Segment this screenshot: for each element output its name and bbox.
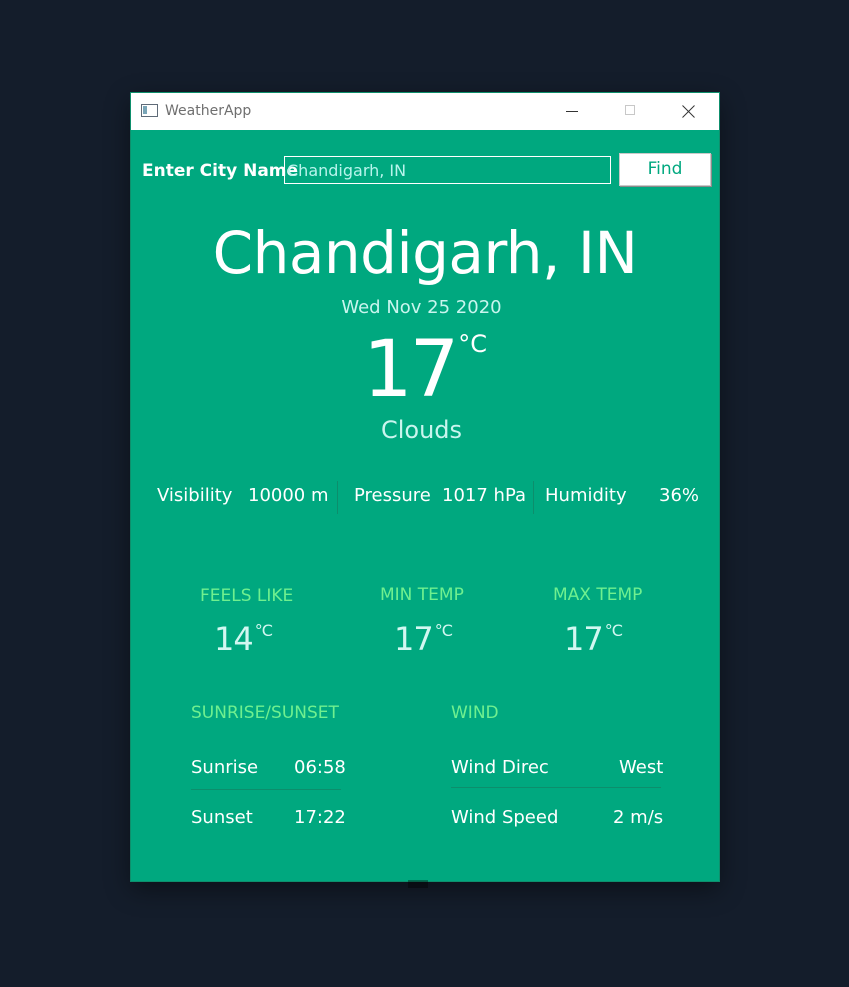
city-name-label: Enter City Name [142, 161, 299, 181]
min-temp-label: MIN TEMP [380, 585, 464, 605]
stats-divider [533, 481, 534, 514]
wind-direction-value: West [619, 757, 664, 778]
weather-condition: Clouds [380, 416, 463, 444]
max-temp-unit: °C [604, 621, 623, 640]
window-title: WeatherApp [165, 103, 252, 119]
min-temp-unit: °C [434, 621, 453, 640]
pressure-value: 1017 hPa [442, 485, 527, 506]
feels-like-number: 14 [214, 620, 254, 658]
min-temp-number: 17 [394, 620, 434, 658]
max-temp-label: MAX TEMP [553, 585, 643, 605]
close-button[interactable] [659, 93, 717, 130]
sunrise-label: Sunrise [191, 757, 259, 778]
maximize-button[interactable] [601, 93, 659, 130]
sunset-value: 17:22 [294, 807, 346, 828]
sunrise-sunset-title: SUNRISE/SUNSET [191, 703, 339, 723]
wind-title: WIND [451, 703, 499, 723]
temperature-value: 17 [362, 325, 459, 415]
visibility-label: Visibility [157, 485, 233, 506]
close-icon [682, 105, 695, 118]
window-shadow-artifact [408, 880, 428, 888]
sunrise-value: 06:58 [294, 757, 346, 778]
wind-row-divider [451, 787, 661, 788]
wind-speed-label: Wind Speed [451, 807, 559, 828]
wind-direction-label: Wind Direc [451, 757, 549, 778]
sun-row-divider [191, 789, 341, 790]
max-temp-value: 17 °C [564, 620, 623, 658]
title-bar: WeatherApp [131, 93, 719, 130]
humidity-value: 36% [659, 485, 700, 506]
city-heading: Chandigarh, IN [212, 219, 638, 287]
sunset-label: Sunset [191, 807, 253, 828]
visibility-value: 10000 m [248, 485, 329, 506]
find-button[interactable]: Find [619, 153, 711, 186]
app-window-icon [141, 104, 158, 117]
temperature-unit: °C [458, 330, 488, 358]
minimize-button[interactable] [543, 93, 601, 130]
city-search-input[interactable] [284, 156, 611, 184]
current-date: Wed Nov 25 2020 [341, 297, 502, 318]
stats-divider [337, 481, 338, 514]
min-temp-value: 17 °C [394, 620, 453, 658]
current-temperature: 17°C [131, 325, 719, 415]
feels-like-unit: °C [254, 621, 273, 640]
max-temp-number: 17 [564, 620, 604, 658]
feels-like-label: FEELS LIKE [200, 586, 294, 606]
feels-like-value: 14 °C [214, 620, 273, 658]
weather-app-window: WeatherApp Enter City Name Find Chandiga… [131, 93, 719, 881]
wind-speed-value: 2 m/s [613, 807, 664, 828]
humidity-label: Humidity [545, 485, 627, 506]
pressure-label: Pressure [354, 485, 431, 506]
